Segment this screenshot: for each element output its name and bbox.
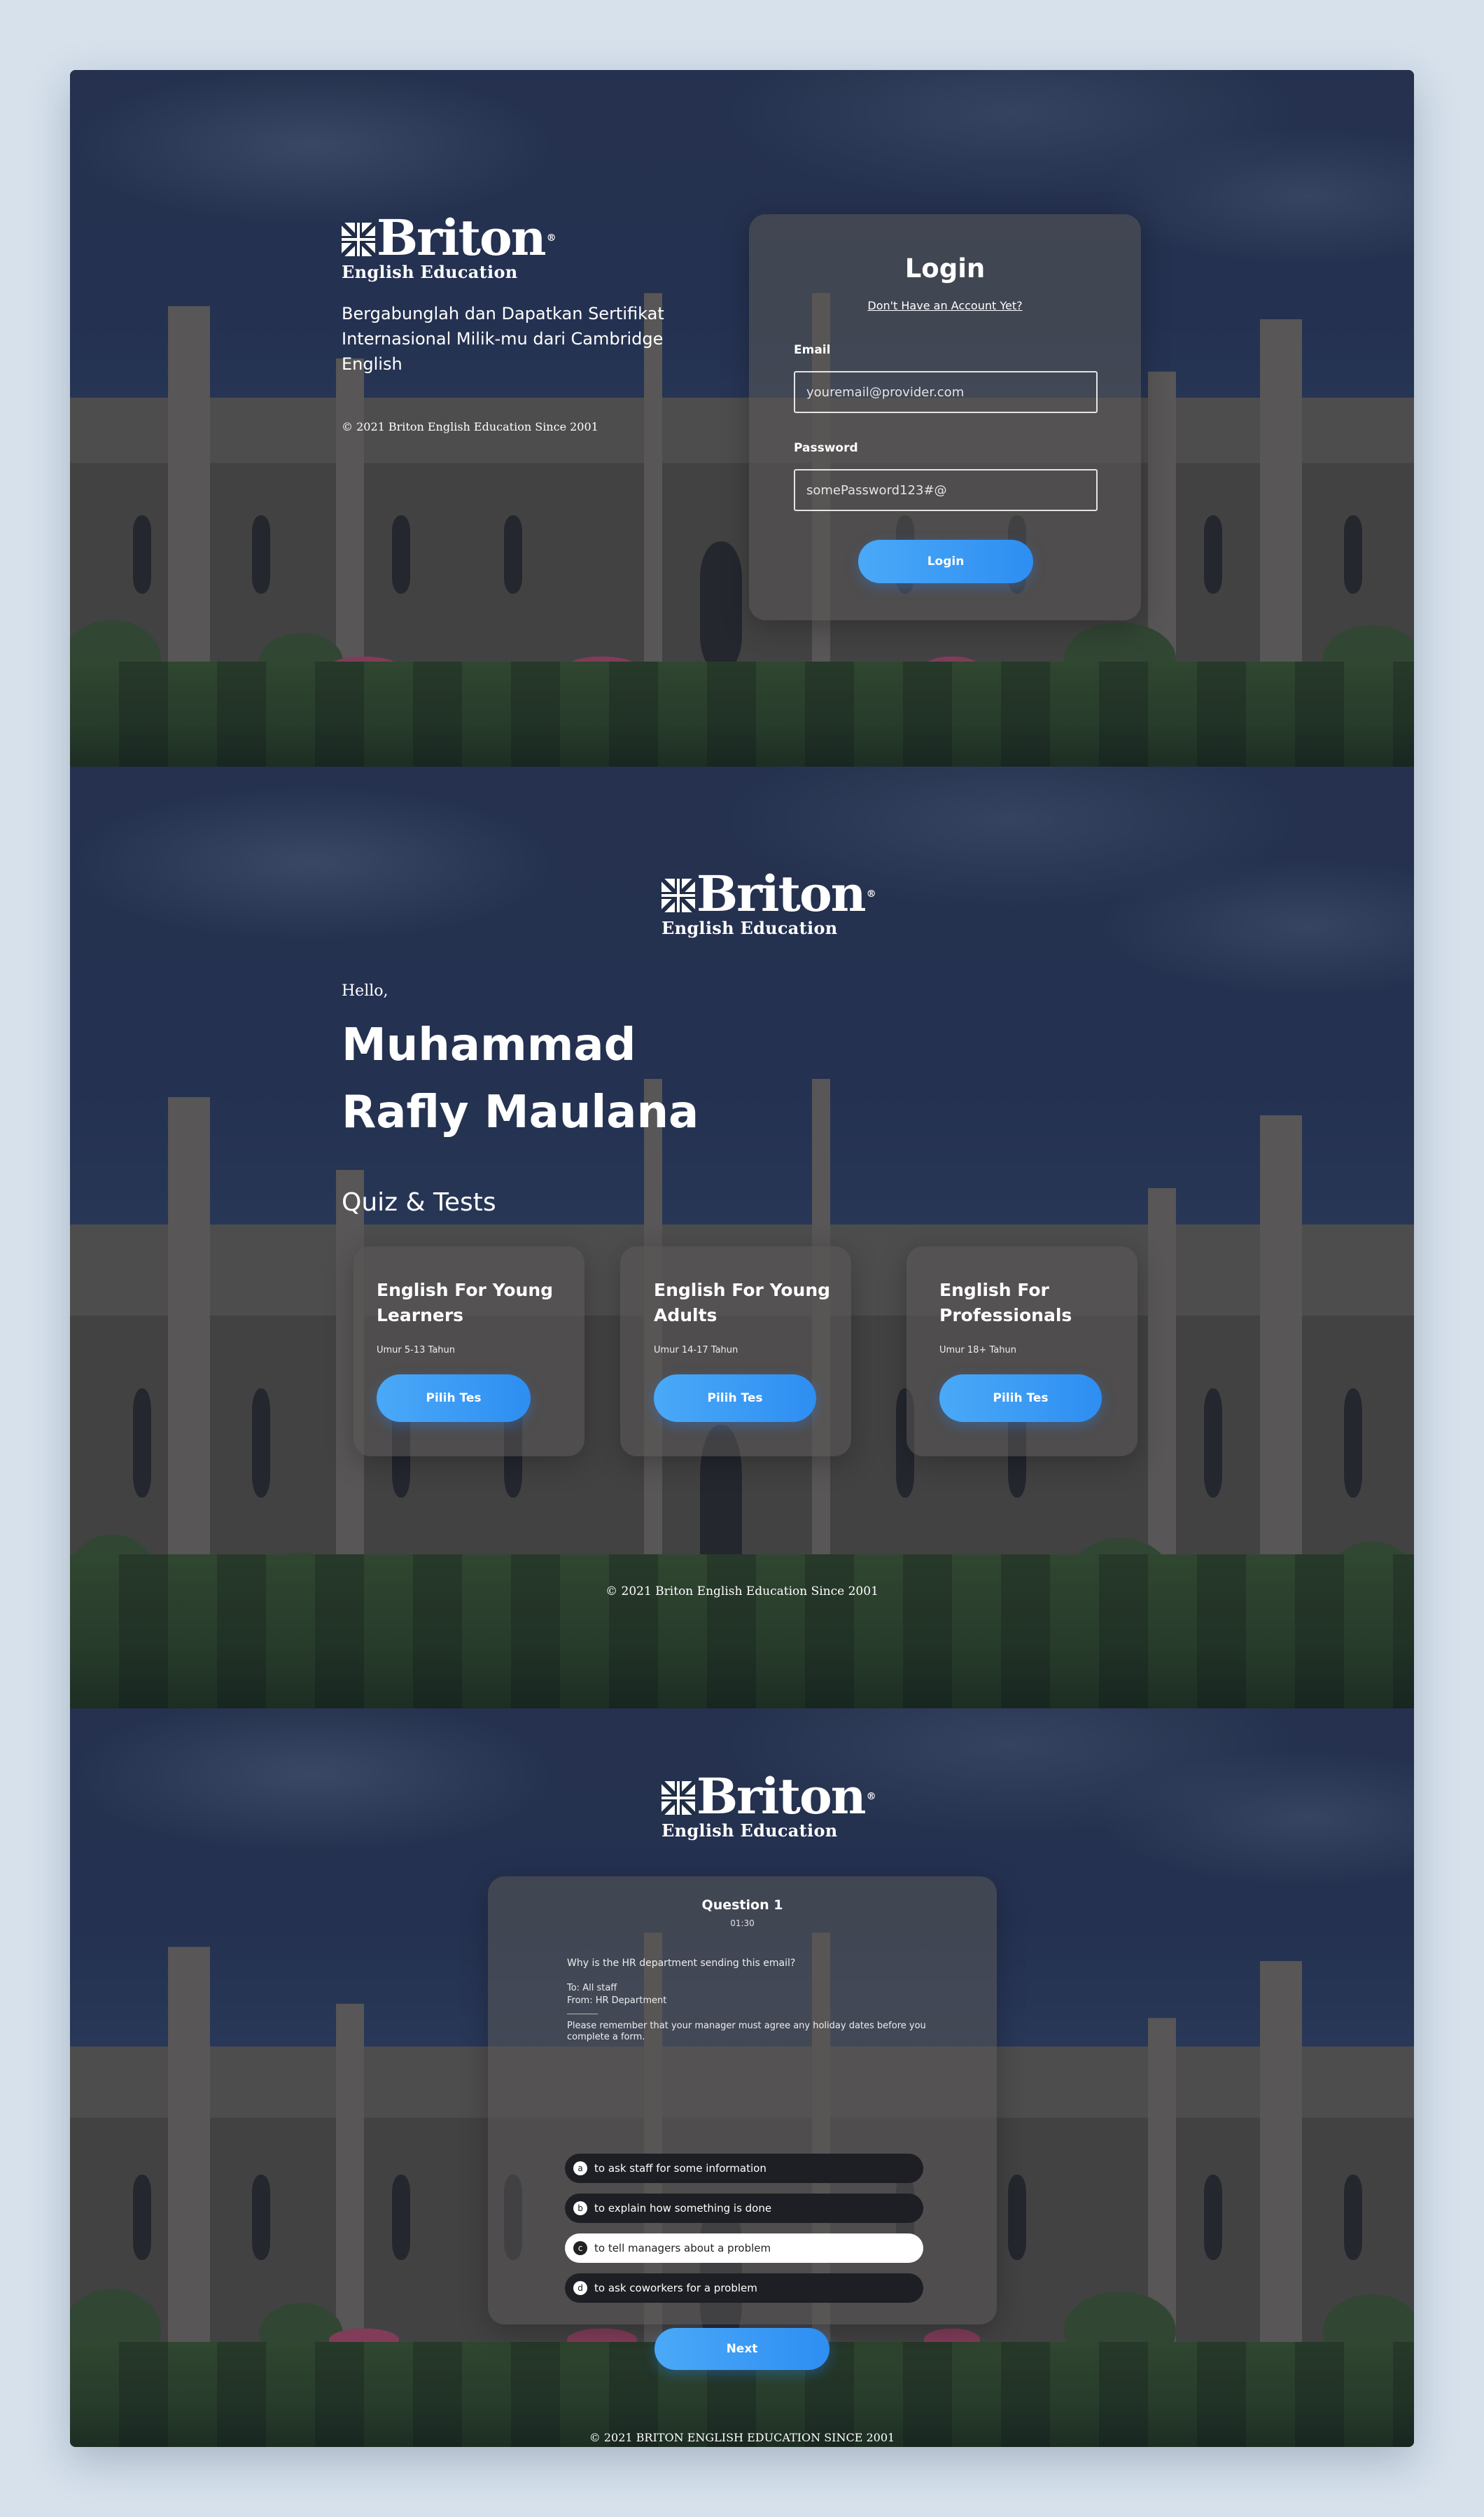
email-label: Email [794,343,831,357]
section-title: Quiz & Tests [342,1188,496,1217]
app-frame: Briton ® English Education Bergabunglah … [70,70,1414,2447]
answer-option-a[interactable]: a to ask staff for some information [565,2154,923,2183]
option-text: to ask staff for some information [594,2162,766,2175]
user-first-name: Muhammad [342,1019,636,1071]
option-key: d [573,2281,587,2295]
question-text: Why is the HR department sending this em… [567,1958,796,1969]
brand-name: Briton [696,865,867,923]
brand-logo: Briton ® English Education [662,865,876,938]
timer: 01:30 [730,1918,755,1928]
copyright: © 2021 Briton English Education Since 20… [342,420,598,433]
flag-icon [662,879,695,912]
answer-option-d[interactable]: d to ask coworkers for a problem [565,2273,923,2303]
password-field[interactable]: somePassword123#@ [794,469,1098,511]
signup-link[interactable]: Don't Have an Account Yet? [749,299,1141,312]
tagline: Bergabunglah dan Dapatkan Sertifikat Int… [342,304,664,374]
greeting: Hello, [342,982,388,1000]
home-section: Briton ® English Education Hello, Muhamm… [70,767,1414,1708]
quiz-card-age: Umur 14-17 Tahun [654,1345,738,1355]
select-test-button[interactable]: Pilih Tes [377,1374,531,1422]
option-key: c [573,2241,587,2255]
option-key: b [573,2201,587,2215]
copyright: © 2021 Briton English Education Since 20… [606,1584,878,1598]
user-last-name: Rafly Maulana [342,1087,699,1138]
quiz-section: Briton ® English Education Question 1 01… [70,1708,1414,2447]
quiz-card-age: Umur 5-13 Tahun [377,1345,456,1355]
quiz-card-title: English For Professionals [939,1280,1072,1325]
brand-logo: Briton ® English Education [662,1767,876,1841]
question-title: Question 1 [701,1897,783,1913]
answer-option-c[interactable]: c to tell managers about a problem [565,2233,923,2263]
registered-mark: ® [546,232,556,244]
brand-name: Briton [377,209,547,267]
registered-mark: ® [866,888,876,900]
quiz-card-age: Umur 18+ Tahun [939,1345,1016,1355]
email-field[interactable]: youremail@provider.com [794,371,1098,413]
brand-logo: Briton ® English Education [342,209,556,282]
login-button[interactable]: Login [858,540,1033,583]
login-title: Login [904,253,986,284]
password-label: Password [794,441,858,455]
select-test-button[interactable]: Pilih Tes [939,1374,1102,1422]
flag-icon [662,1781,695,1815]
quiz-card-title: English For Young Learners [377,1280,554,1325]
brand-name: Briton [696,1767,867,1825]
email-to: To: All staff [567,1983,617,1993]
option-key: a [573,2161,587,2175]
option-text: to ask coworkers for a problem [594,2282,757,2294]
next-button[interactable]: Next [654,2328,830,2370]
quiz-card-title: English For Young Adults [654,1280,831,1325]
registered-mark: ® [866,1791,876,1802]
answer-option-b[interactable]: b to explain how something is done [565,2194,923,2223]
option-text: to tell managers about a problem [594,2242,771,2254]
option-text: to explain how something is done [594,2202,772,2215]
email-from: From: HR Department [567,1995,667,2006]
email-body: Please remember that your manager must a… [567,2021,926,2042]
copyright: © 2021 BRITON ENGLISH EDUCATION SINCE 20… [589,2431,895,2444]
flag-icon [342,223,375,256]
select-test-button[interactable]: Pilih Tes [654,1374,816,1422]
background-overlay [70,70,1414,767]
login-section: Briton ® English Education Bergabunglah … [70,70,1414,767]
